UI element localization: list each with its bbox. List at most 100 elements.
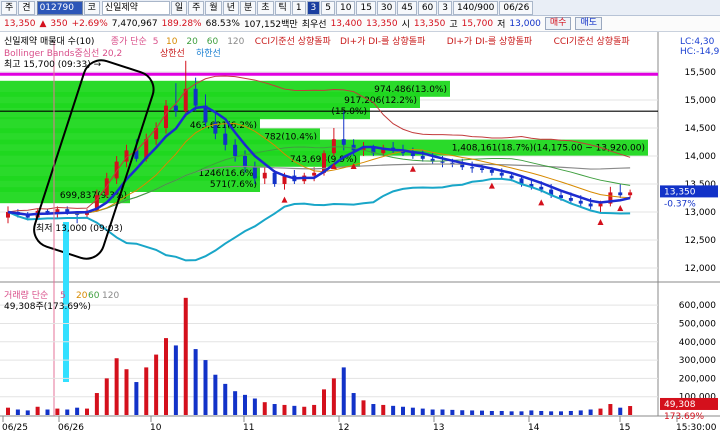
toolbar-button[interactable]: 견 [18, 0, 35, 15]
volume-bar [618, 407, 623, 415]
price-axis-label: 15,500 [685, 68, 717, 78]
toolbar-button[interactable]: 10 [336, 0, 356, 15]
volume-bar [480, 410, 484, 415]
candle-body [272, 172, 277, 184]
volume-bar [371, 404, 376, 415]
toolbar-button[interactable]: 초 [257, 0, 274, 15]
volume-value: 7,470,967 [111, 18, 158, 29]
candle-body [233, 144, 238, 156]
volume-bar [6, 407, 10, 415]
legend-item: 상한선 [160, 48, 185, 59]
toolbar-button[interactable]: 1 [291, 0, 306, 15]
candle-body [341, 139, 346, 145]
toolbar-button[interactable]: 틱 [274, 0, 291, 15]
price-axis-label: 15,000 [685, 96, 717, 106]
change-arrow: ▲ [39, 18, 47, 29]
toolbar-button[interactable]: 년 [222, 0, 239, 15]
candle-body [331, 139, 336, 154]
volume-bar [272, 404, 277, 415]
volume-bar [223, 383, 228, 415]
volume-bar [282, 404, 287, 415]
toolbar-button[interactable]: 주 [188, 0, 205, 15]
volume-bar [233, 391, 238, 415]
volume-bar [114, 358, 119, 415]
buy-button[interactable]: 매수 [544, 17, 572, 30]
legend-item: DI+가 DI-를 상향돌파 [340, 35, 426, 47]
candle-body [164, 105, 168, 128]
legend-item: 신일제약 매물대 수(10) [4, 35, 94, 47]
candle-body [598, 203, 603, 207]
time-axis-label: 11 [243, 423, 254, 433]
toolbar-button[interactable]: 30 [376, 0, 397, 15]
candle-body [470, 167, 475, 169]
toolbar-button[interactable]: 주 [1, 0, 18, 15]
volume-bar [193, 349, 198, 415]
volume-bar [539, 410, 544, 415]
volume-bar [302, 406, 307, 415]
min-price-label: 최저 13,000 (09:03) [36, 223, 123, 234]
chart-toolbar: 주 견 012790 코 신일제약 일 주 월 년 분 초 틱 1 3 5 10 15 30 45 60 3 140/90… [0, 0, 720, 16]
volume-axis-label: 400,000 [679, 338, 716, 348]
volume-bar [331, 378, 336, 415]
price-axis-label: 13,000 [685, 208, 717, 218]
candle-body [223, 133, 228, 145]
max-price-label: 최고 15,700 (09:33) → [4, 59, 102, 70]
volume-bar [292, 405, 297, 415]
candle-body [420, 156, 425, 159]
volume-bar [559, 411, 563, 415]
volume-bar [401, 406, 405, 415]
candle-body [568, 198, 573, 201]
stock-chart[interactable]: 15,50015,00014,50014,00013,50013,00012,5… [0, 32, 720, 433]
toolbar-button[interactable]: 15 [356, 0, 376, 15]
toolbar-button[interactable]: 3 [438, 0, 453, 15]
volume-bar [519, 411, 524, 415]
candle-body [262, 172, 267, 179]
stock-name-input[interactable]: 신일제약 [101, 0, 170, 15]
volume-bar [341, 367, 346, 415]
open-price: 13,350 [413, 18, 446, 29]
ask-price: 13,400 [330, 18, 363, 29]
time-axis-label: 10 [150, 423, 162, 433]
volume-bar [85, 408, 89, 415]
volume-bar [312, 404, 317, 415]
time-axis-label: 14 [528, 423, 540, 433]
toolbar-button[interactable]: 코 [83, 0, 100, 15]
current-pct-label: -0.37% [664, 199, 696, 209]
volume-axis-label: 300,000 [679, 356, 716, 366]
legend-item: 60 [207, 37, 219, 47]
stock-code-input[interactable]: 012790 [36, 0, 83, 15]
toolbar-button[interactable]: 월 [205, 0, 222, 15]
legend-item: 하한선 [196, 48, 221, 59]
low-price: 13,000 [509, 18, 541, 29]
candle-body [193, 88, 198, 106]
volume-bar [628, 406, 633, 415]
candle-body [460, 164, 465, 168]
price-axis-label: 14,500 [685, 124, 717, 134]
toolbar-button[interactable]: 140/900 [453, 0, 499, 15]
candle-body [489, 170, 494, 173]
legend-item: 종가 단순 [111, 36, 147, 47]
volume-bar [410, 407, 415, 415]
candle-body [499, 172, 504, 176]
volume-bar [94, 393, 99, 415]
legend-item: 10 [166, 37, 178, 47]
toolbar-button[interactable]: 3 [306, 0, 321, 15]
volume-bar [450, 409, 455, 415]
volume-axis-label: 600,000 [679, 301, 716, 311]
volume-profile-label: 1,408,161(18.7%)(14,175.00 ~ 13,920.00) [452, 144, 645, 154]
volume-bar [252, 398, 257, 415]
sell-button[interactable]: 매도 [575, 17, 603, 30]
toolbar-button[interactable]: 60 [417, 0, 438, 15]
toolbar-button[interactable]: 일 [170, 0, 188, 15]
volume-bar [460, 410, 465, 415]
trade-amount: 107,152백만 [243, 20, 298, 30]
toolbar-button[interactable]: 06/26 [499, 0, 534, 15]
toolbar-button[interactable]: 5 [321, 0, 336, 15]
toolbar-button[interactable]: 45 [397, 0, 417, 15]
volume-bar [608, 404, 613, 415]
volume-bar [154, 354, 159, 415]
candle-body [480, 168, 484, 170]
toolbar-button[interactable]: 분 [239, 0, 257, 15]
time-axis-label: 06/25 [2, 423, 28, 433]
best-label: 최우선 [301, 20, 327, 30]
